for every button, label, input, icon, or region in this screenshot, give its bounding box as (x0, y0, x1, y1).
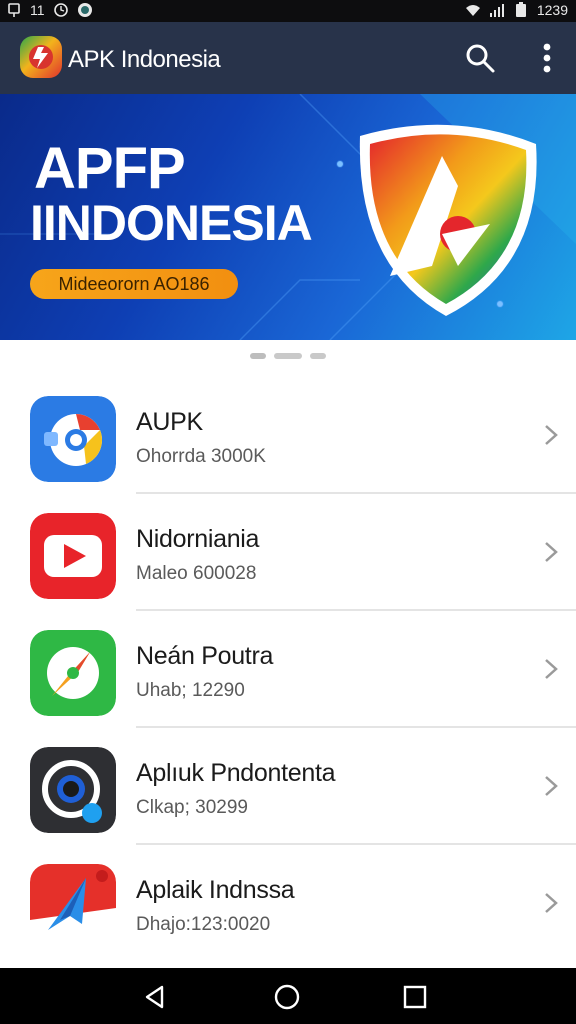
app-title: APK Indonesia (68, 46, 221, 73)
pager-dot-active[interactable] (250, 353, 266, 359)
signal-icon (489, 4, 504, 17)
chevron-right-icon (545, 425, 558, 445)
list-item[interactable]: Aplıuk Pndontenta Clkap; 30299 (0, 727, 576, 845)
promo-banner[interactable]: APFP IINDONESIA Mideeororn AO186 (0, 94, 576, 340)
banner-pager (0, 350, 576, 362)
recents-icon[interactable] (400, 982, 430, 1012)
battery-icon (515, 2, 526, 17)
chevron-right-icon (545, 776, 558, 796)
app-meta: Ohorrda 3000K (136, 446, 266, 467)
status-bar: 11 1239 (0, 0, 576, 22)
pager-dot[interactable] (274, 353, 302, 359)
banner-pill[interactable]: Mideeororn AO186 (30, 269, 238, 299)
chevron-right-icon (545, 659, 558, 679)
list-item[interactable]: Neán Poutra Uhab; 12290 (0, 610, 576, 728)
wifi-icon (465, 5, 480, 16)
status-time: 1239 (536, 2, 568, 18)
app-name: Neán Poutra (136, 642, 274, 670)
clock-icon (53, 3, 68, 17)
app-logo-icon (20, 36, 62, 78)
app-name: Nidorniania (136, 525, 260, 553)
play-video-icon (30, 513, 116, 599)
pager-dot[interactable] (310, 353, 326, 359)
list-item[interactable]: Aplaik Indnssa Dhajo:123:0020 (0, 844, 576, 960)
list-item[interactable]: AUPK Ohorrda 3000K (0, 376, 576, 494)
app-bar: APK Indonesia (0, 22, 576, 94)
shield-logo-icon (359, 124, 537, 316)
home-icon[interactable] (272, 982, 302, 1012)
paper-plane-icon (30, 864, 116, 950)
chrome-like-icon (30, 396, 116, 482)
back-icon[interactable] (140, 982, 170, 1012)
app-meta: Clkap; 30299 (136, 797, 248, 818)
app-meta: Uhab; 12290 (136, 680, 245, 701)
app-name: Aplaik Indnssa (136, 876, 295, 904)
banner-title-line2: IINDONESIA (30, 195, 313, 251)
compass-icon (30, 630, 116, 716)
banner-title-line1: APFP (34, 136, 186, 201)
more-vert-icon[interactable] (534, 40, 560, 76)
notification-icon (8, 3, 20, 17)
app-name: AUPK (136, 408, 203, 436)
shield-icon (77, 3, 92, 17)
list-item[interactable]: Nidorniania Maleo 600028 (0, 493, 576, 611)
search-icon[interactable] (464, 42, 496, 74)
app-meta: Dhajo:123:0020 (136, 914, 271, 935)
chevron-right-icon (545, 893, 558, 913)
app-name: Aplıuk Pndontenta (136, 759, 336, 787)
status-left-number: 11 (30, 2, 45, 18)
camera-lens-icon (30, 747, 116, 833)
app-meta: Maleo 600028 (136, 563, 257, 584)
system-nav-bar (0, 968, 576, 1024)
chevron-right-icon (545, 542, 558, 562)
